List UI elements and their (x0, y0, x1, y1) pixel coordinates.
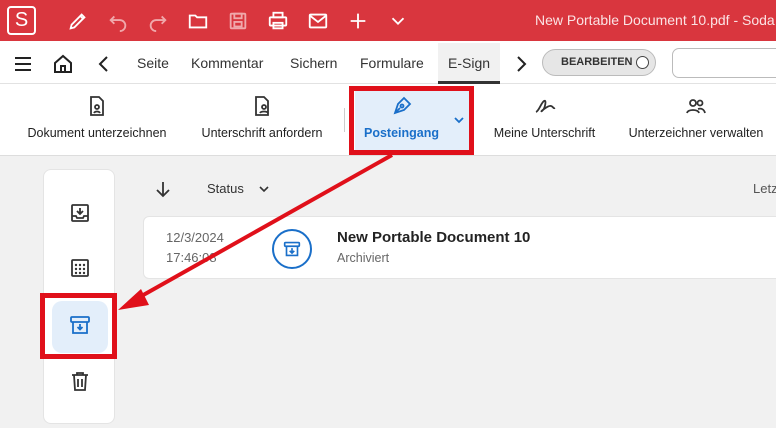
row-document-title: New Portable Document 10 (337, 229, 531, 246)
tab-kommentar[interactable]: Kommentar (191, 55, 263, 71)
tab-e-sign[interactable]: E-Sign (448, 55, 490, 71)
save-icon[interactable] (226, 9, 250, 33)
my-signature-label: Meine Unterschrift (493, 126, 596, 140)
sign-document-button[interactable]: Dokument unterzeichnen (22, 84, 172, 156)
annotation-highlight-archive (40, 293, 117, 359)
chevron-down-icon[interactable] (257, 182, 271, 196)
pen-icon[interactable] (66, 9, 90, 33)
trash-icon[interactable] (68, 369, 92, 393)
row-date: 12/3/2024 (166, 230, 224, 245)
ribbon-separator (344, 108, 345, 132)
archive-status-icon (272, 229, 312, 269)
title-bar: S New Portable Document 10.pdf - Soda (0, 0, 776, 41)
home-icon[interactable] (52, 53, 74, 75)
request-signature-button[interactable]: Unterschrift anfordern (192, 84, 332, 156)
tab-row: Seite Kommentar Sichern Formulare E-Sign… (0, 41, 776, 84)
print-icon[interactable] (266, 9, 290, 33)
edit-toggle-label: BEARBEITEN (561, 56, 633, 68)
draft-grid-icon[interactable] (68, 256, 92, 280)
chevron-right-icon[interactable] (510, 53, 532, 75)
document-title: New Portable Document 10.pdf - Soda (535, 12, 775, 28)
list-item[interactable]: 12/3/2024 17:46:08 New Portable Document… (143, 216, 776, 279)
sign-document-label: Dokument unterzeichnen (27, 126, 167, 140)
add-icon[interactable] (346, 9, 370, 33)
status-sort-label[interactable]: Status (207, 181, 244, 196)
annotation-highlight-inbox (349, 86, 474, 155)
document-sign-icon (90, 96, 104, 116)
row-time: 17:46:08 (166, 250, 217, 265)
column-header-letzte[interactable]: Letzte (753, 181, 776, 196)
chevron-left-icon[interactable] (93, 53, 115, 75)
menu-icon[interactable] (12, 53, 34, 75)
manage-signers-label: Unterzeichner verwalten (628, 126, 764, 140)
signature-icon (535, 99, 555, 113)
mail-icon[interactable] (306, 9, 330, 33)
app-logo[interactable]: S (7, 6, 36, 35)
search-input[interactable] (672, 48, 776, 78)
request-signature-icon (255, 96, 269, 116)
edit-toggle[interactable]: BEARBEITEN (542, 49, 656, 76)
redo-icon[interactable] (146, 9, 170, 33)
open-folder-icon[interactable] (186, 9, 210, 33)
chevron-down-icon[interactable] (386, 9, 410, 33)
undo-icon[interactable] (106, 9, 130, 33)
sort-direction-icon[interactable] (153, 179, 173, 199)
tab-seite[interactable]: Seite (137, 55, 169, 71)
row-status: Archiviert (337, 251, 390, 265)
manage-signers-button[interactable]: Unterzeichner verwalten (622, 84, 770, 156)
toggle-knob (636, 56, 649, 69)
tab-formulare[interactable]: Formulare (360, 55, 424, 71)
people-icon (686, 99, 706, 114)
request-signature-label: Unterschrift anfordern (201, 126, 323, 140)
tab-sichern[interactable]: Sichern (290, 55, 337, 71)
my-signature-button[interactable]: Meine Unterschrift (487, 84, 602, 156)
inbox-tray-icon[interactable] (68, 201, 92, 225)
